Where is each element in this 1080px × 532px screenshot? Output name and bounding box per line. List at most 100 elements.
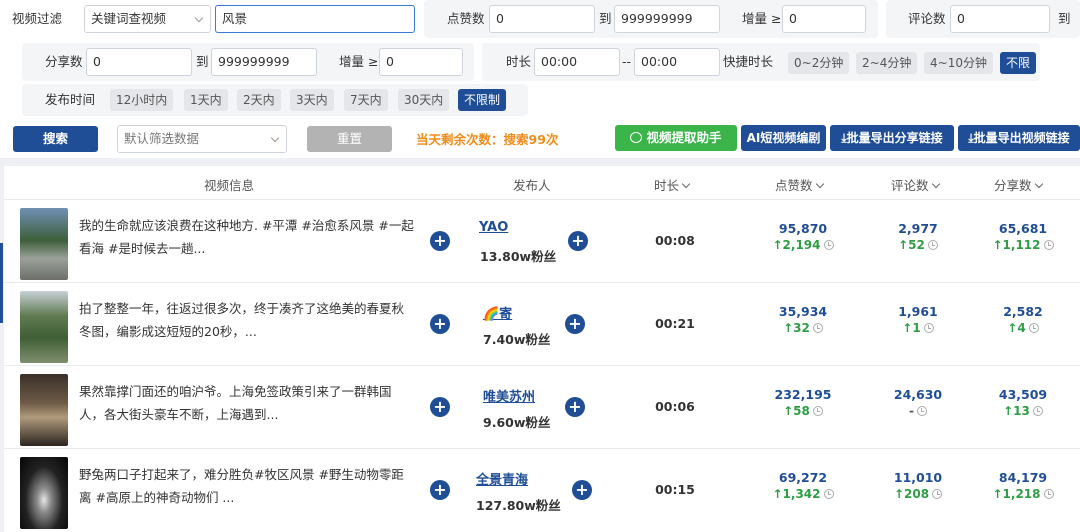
header-video-info: 视频信息 bbox=[204, 178, 255, 193]
search-button[interactable]: 搜索 bbox=[13, 126, 98, 152]
video-description[interactable]: 我的生命就应该浪费在这种地方. #平潭 #治愈系风景 #一起看海 #是时候去一趟… bbox=[79, 214, 414, 260]
video-extract-helper-label: 视频提取助手 bbox=[646, 130, 722, 145]
clock-icon[interactable] bbox=[916, 406, 927, 416]
table-row[interactable]: 野兔两口子打起来了，难分胜负#牧区风景 #野生动物零距离 #高原上的神奇动物们 … bbox=[4, 448, 1080, 532]
quick-duration-2-4[interactable]: 2~4分钟 bbox=[856, 52, 918, 74]
add-publisher-icon[interactable]: + bbox=[565, 314, 585, 334]
clock-icon[interactable] bbox=[932, 489, 943, 499]
side-drawer-handle[interactable] bbox=[0, 243, 3, 323]
comments-value: 1,961 bbox=[898, 304, 938, 319]
likes-stat: 95,870 ↑2,194 bbox=[758, 220, 848, 254]
shares-max-input[interactable]: 999999999 bbox=[211, 48, 317, 76]
publisher-name[interactable]: 🌈寄 bbox=[483, 303, 512, 322]
quick-duration-4-10[interactable]: 4~10分钟 bbox=[924, 52, 993, 74]
video-thumbnail[interactable] bbox=[20, 291, 68, 363]
video-description[interactable]: 果然靠撑门面还的咱沪爷。上海免签政策引来了一群韩国人，各大街头豪车不断，上海遇到… bbox=[79, 380, 414, 426]
duration-max-input[interactable]: 00:00 bbox=[634, 48, 720, 76]
export-video-links-button[interactable]: ⤓批量导出视频链接 bbox=[958, 125, 1080, 151]
publish-time-2d[interactable]: 2天内 bbox=[237, 89, 281, 111]
filter-panel: 视频过滤 关键词查视频 风景 点赞数 0 到 999999999 增量 ≥ 0 … bbox=[0, 0, 1080, 158]
comments-stat: 2,977 ↑52 bbox=[873, 220, 963, 254]
default-filter-select[interactable]: 默认筛选数据 bbox=[117, 125, 287, 153]
add-publisher-icon[interactable]: + bbox=[565, 397, 585, 417]
shares-stat: 43,509 ↑13 bbox=[978, 386, 1068, 420]
publisher-name[interactable]: 唯美苏州 bbox=[483, 386, 535, 405]
video-thumbnail[interactable] bbox=[20, 457, 68, 529]
clock-icon[interactable] bbox=[1043, 489, 1054, 499]
publish-time-1d[interactable]: 1天内 bbox=[184, 89, 228, 111]
comments-growth-value: 208 bbox=[904, 487, 930, 501]
table-row[interactable]: 拍了整整一年，往返过很多次，终于凑齐了这绝美的春夏秋冬图，编影成这短短的20秒，… bbox=[4, 282, 1080, 366]
comments-value: 2,977 bbox=[898, 221, 938, 236]
shares-growth-input[interactable]: 0 bbox=[379, 48, 463, 76]
search-mode-select[interactable]: 关键词查视频 bbox=[84, 5, 211, 33]
clock-icon[interactable] bbox=[927, 240, 938, 250]
default-filter-value: 默认筛选数据 bbox=[124, 131, 200, 146]
publisher-name[interactable]: YAO bbox=[479, 220, 508, 235]
video-extract-helper-button[interactable]: 视频提取助手 bbox=[615, 125, 737, 151]
video-table: 视频信息 发布人 时长 点赞数 评论数 分享数 我的生命就应该浪费在这种地方. … bbox=[4, 166, 1080, 532]
clock-icon[interactable] bbox=[823, 489, 834, 499]
duration-min-input[interactable]: 00:00 bbox=[534, 48, 620, 76]
shares-stat: 65,681 ↑1,112 bbox=[978, 220, 1068, 254]
shares-min-input[interactable]: 0 bbox=[86, 48, 192, 76]
reset-button[interactable]: 重置 bbox=[307, 126, 392, 152]
add-video-icon[interactable]: + bbox=[430, 397, 450, 417]
likes-value: 95,870 bbox=[778, 221, 828, 236]
video-thumbnail[interactable] bbox=[20, 208, 68, 280]
shares-growth: ↑1,218 bbox=[978, 486, 1068, 503]
video-thumbnail[interactable] bbox=[20, 374, 68, 446]
likes-label: 点赞数 bbox=[447, 11, 485, 26]
publisher-fans: 13.80w粉丝 bbox=[480, 249, 557, 264]
publish-time-7d[interactable]: 7天内 bbox=[344, 89, 388, 111]
clock-icon[interactable] bbox=[1032, 406, 1043, 416]
publish-time-30d[interactable]: 30天内 bbox=[398, 89, 450, 111]
clock-icon[interactable] bbox=[1028, 323, 1039, 333]
keyword-input[interactable]: 风景 bbox=[215, 5, 415, 33]
add-publisher-icon[interactable]: + bbox=[568, 231, 588, 251]
comments-growth-value: - bbox=[909, 404, 914, 418]
header-comments[interactable]: 评论数 bbox=[891, 175, 940, 194]
add-video-icon[interactable]: + bbox=[430, 480, 450, 500]
likes-min-input[interactable]: 0 bbox=[489, 5, 595, 33]
clock-icon[interactable] bbox=[823, 240, 834, 250]
ai-script-button[interactable]: AI短视频编剧 bbox=[741, 125, 826, 151]
publish-time-12h[interactable]: 12小时内 bbox=[110, 89, 174, 111]
add-publisher-icon[interactable]: + bbox=[572, 480, 592, 500]
publish-time-unlimited[interactable]: 不限制 bbox=[458, 89, 507, 111]
likes-growth-input[interactable]: 0 bbox=[782, 5, 866, 33]
video-description[interactable]: 野兔两口子打起来了，难分胜负#牧区风景 #野生动物零距离 #高原上的神奇动物们 … bbox=[79, 463, 414, 509]
add-video-icon[interactable]: + bbox=[430, 314, 450, 334]
table-row[interactable]: 果然靠撑门面还的咱沪爷。上海免签政策引来了一群韩国人，各大街头豪车不断，上海遇到… bbox=[4, 365, 1080, 449]
export-share-links-label: 批量导出分享链接 bbox=[846, 131, 943, 145]
likes-growth: ↑32 bbox=[758, 320, 848, 337]
publish-time-3d[interactable]: 3天内 bbox=[290, 89, 334, 111]
publisher-name[interactable]: 全景青海 bbox=[476, 469, 528, 488]
quick-duration-unlimited[interactable]: 不限 bbox=[1000, 52, 1037, 74]
add-video-icon[interactable]: + bbox=[430, 231, 450, 251]
export-share-links-button[interactable]: ⤓批量导出分享链接 bbox=[830, 125, 954, 151]
sort-chevron-icon bbox=[681, 179, 691, 189]
clock-icon[interactable] bbox=[812, 406, 823, 416]
likes-growth: ↑58 bbox=[758, 403, 848, 420]
quick-duration-0-2[interactable]: 0~2分钟 bbox=[788, 52, 850, 74]
header-shares[interactable]: 分享数 bbox=[994, 175, 1043, 194]
clock-icon[interactable] bbox=[812, 323, 823, 333]
shares-growth-value: 1,112 bbox=[1002, 238, 1041, 252]
sort-chevron-icon bbox=[815, 179, 824, 189]
likes-stat: 35,934 ↑32 bbox=[758, 303, 848, 337]
likes-growth-label: 增量 ≥ bbox=[742, 11, 782, 26]
chat-icon bbox=[630, 132, 643, 143]
clock-icon[interactable] bbox=[1043, 240, 1054, 250]
header-duration[interactable]: 时长 bbox=[654, 175, 691, 194]
likes-max-input[interactable]: 999999999 bbox=[614, 5, 720, 33]
chevron-down-icon bbox=[270, 133, 280, 143]
comments-min-input[interactable]: 0 bbox=[950, 5, 1050, 33]
likes-growth: ↑1,342 bbox=[758, 486, 848, 503]
video-description[interactable]: 拍了整整一年，往返过很多次，终于凑齐了这绝美的春夏秋冬图，编影成这短短的20秒，… bbox=[79, 297, 414, 343]
clock-icon[interactable] bbox=[923, 323, 934, 333]
likes-value: 232,195 bbox=[774, 387, 832, 402]
header-likes[interactable]: 点赞数 bbox=[775, 175, 824, 194]
duration-separator: -- bbox=[622, 54, 632, 69]
table-row[interactable]: 我的生命就应该浪费在这种地方. #平潭 #治愈系风景 #一起看海 #是时候去一趟… bbox=[4, 199, 1080, 283]
